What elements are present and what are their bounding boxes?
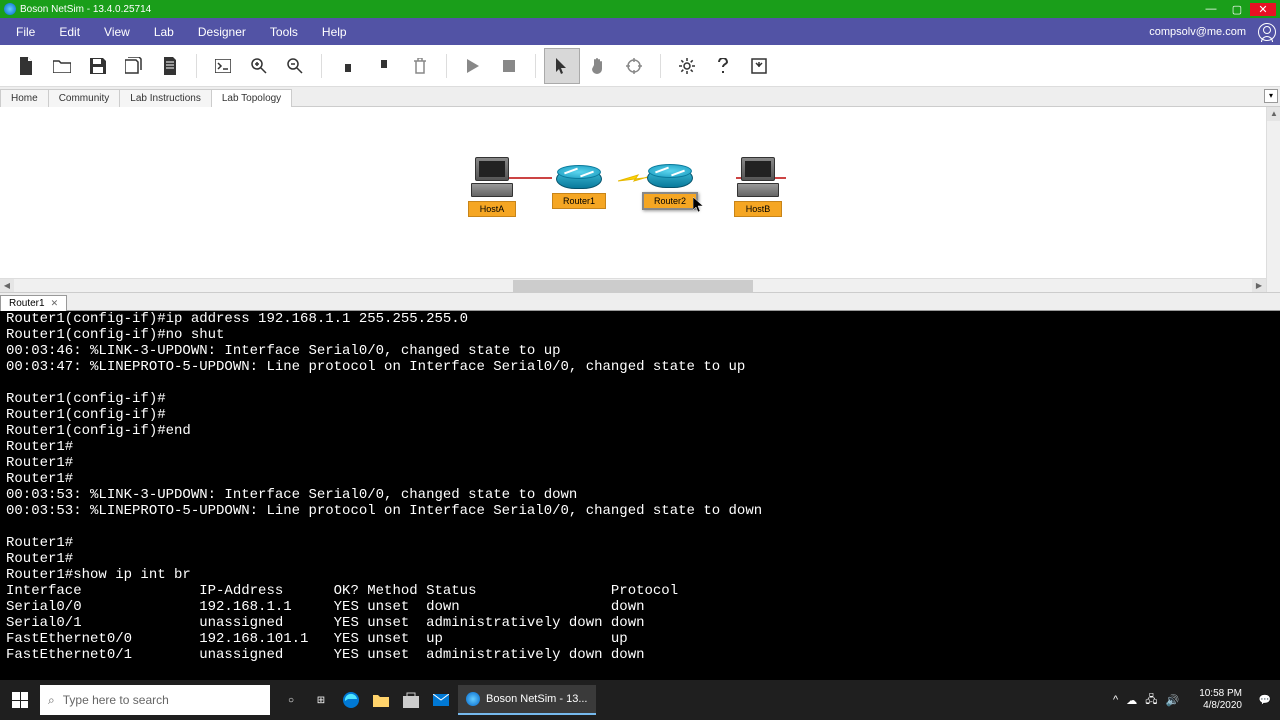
- menu-lab[interactable]: Lab: [142, 18, 186, 45]
- document-button[interactable]: [152, 48, 188, 84]
- device-router2[interactable]: Router2: [642, 164, 698, 210]
- edge-icon[interactable]: [336, 680, 366, 720]
- delete-button[interactable]: [402, 48, 438, 84]
- hand-tool-button[interactable]: [580, 48, 616, 84]
- settings-button[interactable]: [669, 48, 705, 84]
- clock-date: 4/8/2020: [1199, 700, 1242, 712]
- device-label: HostB: [734, 201, 782, 217]
- title-bar: Boson NetSim - 13.4.0.25714 — ▢ ✕: [0, 0, 1280, 18]
- menu-help[interactable]: Help: [310, 18, 359, 45]
- device-label: Router1: [552, 193, 606, 209]
- mail-icon[interactable]: [426, 680, 456, 720]
- expand-button[interactable]: ▾: [1264, 89, 1278, 103]
- host-icon: [471, 157, 513, 197]
- exit-button[interactable]: [741, 48, 777, 84]
- maximize-button[interactable]: ▢: [1224, 3, 1250, 16]
- close-tab-icon[interactable]: ✕: [51, 298, 59, 309]
- align-bottom-button[interactable]: [366, 48, 402, 84]
- tab-bar: Home Community Lab Instructions Lab Topo…: [0, 87, 1280, 107]
- tab-community[interactable]: Community: [48, 89, 121, 107]
- router-icon: [556, 165, 602, 189]
- device-label: Router2: [642, 192, 698, 210]
- pointer-tool-button[interactable]: [544, 48, 580, 84]
- app-icon: [466, 692, 480, 706]
- stop-button[interactable]: [491, 48, 527, 84]
- open-folder-button[interactable]: [44, 48, 80, 84]
- explorer-icon[interactable]: [366, 680, 396, 720]
- help-button[interactable]: [705, 48, 741, 84]
- tray-chevron-icon[interactable]: ^: [1113, 694, 1118, 706]
- console-tab-bar: Router1 ✕: [0, 293, 1280, 311]
- device-hostb[interactable]: HostB: [734, 157, 782, 217]
- device-router1[interactable]: Router1: [552, 165, 606, 209]
- play-button[interactable]: [455, 48, 491, 84]
- menu-file[interactable]: File: [4, 18, 47, 45]
- topology-canvas[interactable]: HostA Router1 Router2 HostB ▲ ◀▶: [0, 107, 1280, 293]
- toolbar: [0, 45, 1280, 87]
- user-icon[interactable]: [1258, 23, 1276, 41]
- zoom-in-button[interactable]: [241, 48, 277, 84]
- start-button[interactable]: [0, 680, 40, 720]
- tab-lab-instructions[interactable]: Lab Instructions: [119, 89, 212, 107]
- console-tab-router1[interactable]: Router1 ✕: [0, 295, 67, 311]
- menu-designer[interactable]: Designer: [186, 18, 258, 45]
- windows-taskbar: ⌕ Type here to search ○ ⊞ Boson NetSim -…: [0, 680, 1280, 720]
- menu-tools[interactable]: Tools: [258, 18, 310, 45]
- align-top-button[interactable]: [330, 48, 366, 84]
- router-icon: [647, 164, 693, 188]
- menu-view[interactable]: View: [92, 18, 142, 45]
- tab-lab-topology[interactable]: Lab Topology: [211, 89, 292, 107]
- app-label: Boson NetSim - 13...: [486, 693, 588, 705]
- taskbar-search[interactable]: ⌕ Type here to search: [40, 685, 270, 715]
- console-output[interactable]: Router1(config-if)#ip address 192.168.1.…: [0, 311, 1280, 680]
- device-hosta[interactable]: HostA: [468, 157, 516, 217]
- search-icon: ⌕: [48, 693, 55, 708]
- menu-edit[interactable]: Edit: [47, 18, 92, 45]
- zoom-out-button[interactable]: [277, 48, 313, 84]
- console-button[interactable]: [205, 48, 241, 84]
- tray-network-icon[interactable]: 🖧: [1145, 691, 1157, 710]
- taskbar-clock[interactable]: 10:58 PM 4/8/2020: [1191, 688, 1250, 712]
- device-label: HostA: [468, 201, 516, 217]
- console-tab-label: Router1: [9, 298, 45, 309]
- tray-volume-icon[interactable]: 🔊: [1165, 694, 1179, 707]
- close-button[interactable]: ✕: [1250, 3, 1276, 16]
- task-view-icon[interactable]: ⊞: [306, 680, 336, 720]
- new-file-button[interactable]: [8, 48, 44, 84]
- topology-diagram: HostA Router1 Router2 HostB: [450, 157, 800, 217]
- host-icon: [737, 157, 779, 197]
- target-tool-button[interactable]: [616, 48, 652, 84]
- app-icon: [4, 3, 16, 15]
- minimize-button[interactable]: —: [1198, 3, 1224, 15]
- store-icon[interactable]: [396, 680, 426, 720]
- search-placeholder: Type here to search: [63, 693, 169, 707]
- save-button[interactable]: [80, 48, 116, 84]
- vertical-scrollbar[interactable]: ▲: [1266, 107, 1280, 292]
- notifications-icon[interactable]: 💬: [1250, 680, 1280, 720]
- save-all-button[interactable]: [116, 48, 152, 84]
- user-email[interactable]: compsolv@me.com: [1149, 26, 1254, 38]
- clock-time: 10:58 PM: [1199, 688, 1242, 700]
- taskbar-app-netsim[interactable]: Boson NetSim - 13...: [458, 685, 596, 715]
- cortana-icon[interactable]: ○: [276, 680, 306, 720]
- tab-home[interactable]: Home: [0, 89, 49, 107]
- menu-bar: File Edit View Lab Designer Tools Help c…: [0, 18, 1280, 45]
- tray-onedrive-icon[interactable]: ☁: [1126, 694, 1137, 707]
- system-tray[interactable]: ^ ☁ 🖧 🔊: [1101, 691, 1191, 710]
- app-title: Boson NetSim - 13.4.0.25714: [20, 4, 151, 15]
- horizontal-scrollbar[interactable]: ◀▶: [0, 278, 1266, 292]
